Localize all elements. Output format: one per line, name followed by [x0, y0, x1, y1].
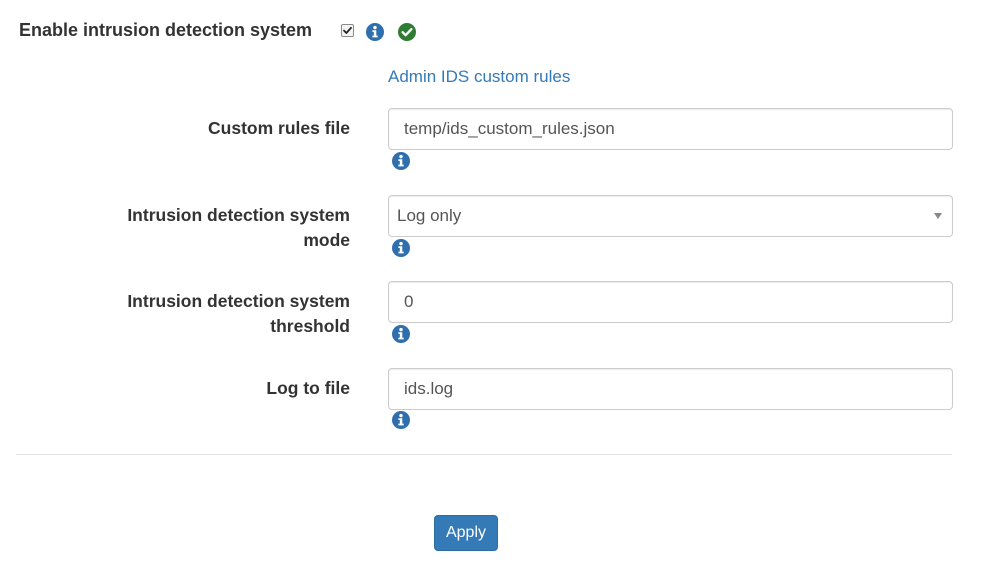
ids-threshold-label: Intrusion detection system threshold: [90, 289, 350, 339]
apply-button[interactable]: Apply: [434, 515, 498, 551]
custom-rules-file-input[interactable]: [388, 108, 953, 150]
custom-rules-file-label: Custom rules file: [208, 118, 350, 138]
log-to-file-label: Log to file: [266, 378, 350, 398]
info-icon[interactable]: [392, 152, 410, 170]
ids-threshold-input[interactable]: [388, 281, 953, 323]
enable-ids-row: Enable intrusion detection system: [19, 19, 439, 43]
ids-threshold-label-line2: threshold: [270, 316, 350, 336]
ids-threshold-label-line1: Intrusion detection system: [127, 291, 350, 311]
check-circle-icon: [398, 23, 416, 41]
log-to-file-input[interactable]: [388, 368, 953, 410]
enable-ids-checkbox[interactable]: [341, 24, 354, 37]
enable-ids-label: Enable intrusion detection system: [19, 20, 313, 40]
info-icon[interactable]: [392, 411, 410, 429]
checkmark-icon: [343, 26, 352, 34]
info-icon[interactable]: [392, 325, 410, 343]
form-divider: [16, 454, 952, 455]
ids-mode-selected-value: Log only: [397, 206, 462, 225]
ids-mode-label-line1: Intrusion detection system: [127, 205, 350, 225]
ids-mode-label-line2: mode: [303, 230, 350, 250]
info-icon[interactable]: [366, 23, 384, 41]
ids-mode-select[interactable]: Log only: [388, 195, 953, 237]
ids-mode-label: Intrusion detection system mode: [90, 203, 350, 253]
caret-down-icon: [934, 213, 942, 219]
admin-ids-custom-rules-link[interactable]: Admin IDS custom rules: [388, 66, 570, 88]
info-icon[interactable]: [392, 239, 410, 257]
